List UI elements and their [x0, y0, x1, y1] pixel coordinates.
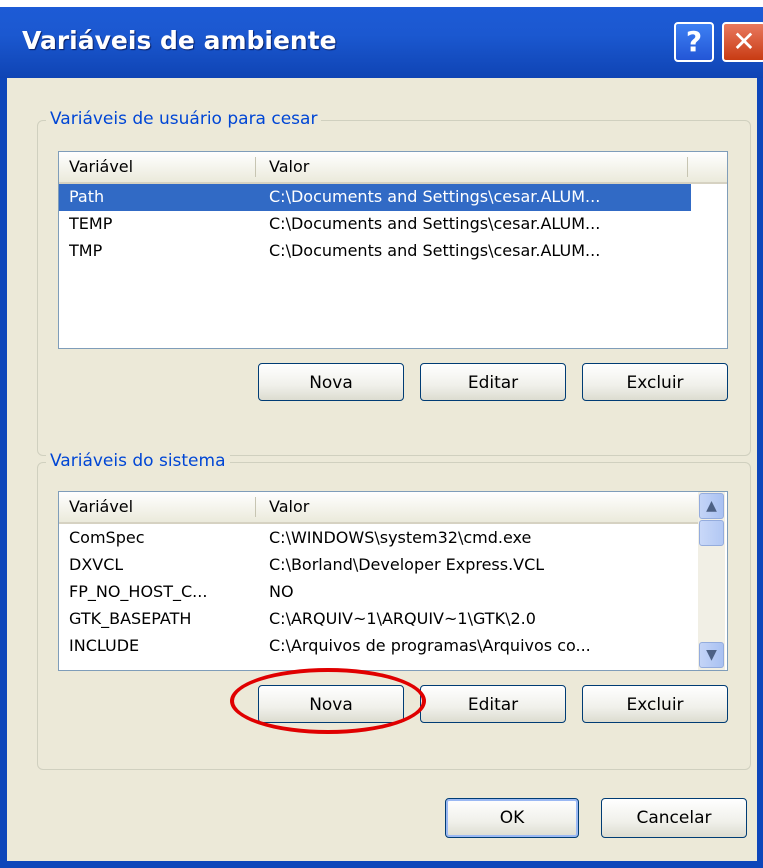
system-list-header: Variável Valor — [59, 492, 699, 524]
variable-value: C:\Documents and Settings\cesar.ALUM... — [269, 187, 601, 206]
user-column-variable[interactable]: Variável — [69, 157, 133, 176]
variable-name: FP_NO_HOST_C... — [69, 582, 208, 601]
variable-name: INCLUDE — [69, 636, 140, 655]
system-variable-row[interactable]: INCLUDE C:\Arquivos de programas\Arquivo… — [59, 633, 697, 660]
variable-name: Path — [69, 187, 105, 206]
system-edit-button[interactable]: Editar — [420, 685, 566, 723]
environment-variables-dialog: Variáveis de ambiente ? ✕ Variáveis de u… — [0, 0, 763, 868]
system-variables-group-label: Variáveis do sistema — [46, 451, 230, 471]
system-delete-button[interactable]: Excluir — [582, 685, 728, 723]
user-new-button[interactable]: Nova — [258, 363, 404, 401]
user-edit-button[interactable]: Editar — [420, 363, 566, 401]
variable-name: ComSpec — [69, 528, 145, 547]
user-variables-group-label: Variáveis de usuário para cesar — [46, 109, 322, 129]
system-column-value[interactable]: Valor — [269, 497, 309, 516]
variable-value: C:\Documents and Settings\cesar.ALUM... — [269, 214, 601, 233]
close-icon: ✕ — [732, 25, 756, 58]
help-icon: ? — [685, 25, 703, 58]
scroll-thumb[interactable] — [699, 520, 724, 546]
system-variable-row[interactable]: DXVCL C:\Borland\Developer Express.VCL — [59, 552, 697, 579]
dialog-body: Variáveis de usuário para cesar Variável… — [7, 78, 757, 861]
ok-button[interactable]: OK — [445, 798, 579, 838]
window-frame-bottom — [0, 861, 763, 868]
scroll-down-button[interactable]: ▼ — [699, 642, 724, 668]
screenshot-top-edge — [0, 0, 763, 7]
user-variable-row-path[interactable]: Path C:\Documents and Settings\cesar.ALU… — [59, 184, 691, 211]
window-frame-right — [757, 78, 763, 868]
user-variable-row-tmp[interactable]: TMP C:\Documents and Settings\cesar.ALUM… — [59, 238, 691, 265]
variable-name: DXVCL — [69, 555, 124, 574]
column-divider[interactable] — [255, 157, 256, 177]
window-frame-left — [0, 78, 7, 868]
close-button[interactable]: ✕ — [722, 22, 763, 62]
help-button[interactable]: ? — [674, 22, 714, 62]
system-list-scrollbar[interactable]: ▲ ▼ — [698, 492, 725, 670]
system-variables-group: Variáveis do sistema Variável Valor ComS… — [37, 451, 751, 770]
scroll-down-arrow-icon: ▼ — [706, 647, 717, 663]
variable-name: TEMP — [69, 214, 113, 233]
system-variables-list[interactable]: Variável Valor ComSpec C:\WINDOWS\system… — [58, 491, 728, 671]
system-new-button[interactable]: Nova — [258, 685, 404, 723]
user-variables-group: Variáveis de usuário para cesar Variável… — [37, 109, 751, 456]
title-bar[interactable]: Variáveis de ambiente ? ✕ — [0, 0, 763, 78]
user-list-header: Variável Valor — [59, 152, 727, 184]
system-variable-row[interactable]: FP_NO_HOST_C... NO — [59, 579, 697, 606]
scroll-up-arrow-icon: ▲ — [706, 498, 717, 514]
variable-name: TMP — [69, 241, 103, 260]
variable-value: C:\ARQUIV~1\ARQUIV~1\GTK\2.0 — [269, 609, 536, 628]
variable-value: C:\Documents and Settings\cesar.ALUM... — [269, 241, 601, 260]
column-divider[interactable] — [687, 157, 688, 177]
variable-name: GTK_BASEPATH — [69, 609, 192, 628]
user-variable-row-temp[interactable]: TEMP C:\Documents and Settings\cesar.ALU… — [59, 211, 691, 238]
variable-value: NO — [269, 582, 294, 601]
user-delete-button[interactable]: Excluir — [582, 363, 728, 401]
column-divider[interactable] — [255, 497, 256, 517]
window-title: Variáveis de ambiente — [22, 26, 337, 55]
variable-value: C:\Arquivos de programas\Arquivos co... — [269, 636, 591, 655]
scroll-up-button[interactable]: ▲ — [699, 493, 724, 519]
variable-value: C:\WINDOWS\system32\cmd.exe — [269, 528, 532, 547]
system-variable-row[interactable]: ComSpec C:\WINDOWS\system32\cmd.exe — [59, 525, 697, 552]
user-variables-list[interactable]: Variável Valor Path C:\Documents and Set… — [58, 151, 728, 349]
user-column-value[interactable]: Valor — [269, 157, 309, 176]
system-variable-row[interactable]: GTK_BASEPATH C:\ARQUIV~1\ARQUIV~1\GTK\2.… — [59, 606, 697, 633]
cancel-button[interactable]: Cancelar — [601, 798, 747, 838]
system-column-variable[interactable]: Variável — [69, 497, 133, 516]
variable-value: C:\Borland\Developer Express.VCL — [269, 555, 545, 574]
